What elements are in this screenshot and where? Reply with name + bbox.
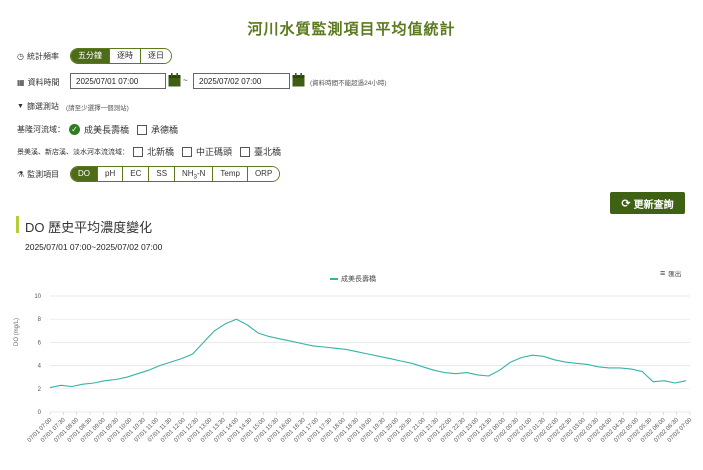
station-taipei-bridge-checkbox[interactable] xyxy=(240,146,251,157)
frequency-segmented: 五分鐘 逐時 逐日 xyxy=(70,48,172,64)
refresh-button[interactable]: ⟳ 更新查詢 xyxy=(610,192,685,214)
frequency-option-hourly[interactable]: 逐時 xyxy=(109,49,140,63)
station-group-tamsui: 景美溪、新店溪、淡水河本流流域： 北新橋 中正碼頭 臺北橋 xyxy=(17,145,281,158)
items-label: 監測項目 xyxy=(27,170,60,179)
y-tick-label: 6 xyxy=(38,340,42,346)
frequency-option-5min[interactable]: 五分鐘 xyxy=(71,49,109,63)
station-chengde-checkbox[interactable] xyxy=(137,124,148,135)
page-title: 河川水質監測項目平均值統計 xyxy=(247,21,456,38)
item-option-orp[interactable]: ORP xyxy=(246,167,280,181)
chart-title-accent xyxy=(16,216,19,233)
item-option-ph[interactable]: pH xyxy=(97,167,123,181)
group-tamsui-label: 景美溪、新店溪、淡水河本流流域： xyxy=(17,148,129,156)
period-label: 資料時間 xyxy=(27,78,60,87)
station-chengmei-label[interactable]: 成美長壽橋 xyxy=(84,123,129,136)
group-keelung-label: 基隆河流域： xyxy=(17,125,65,134)
station-beixin-label[interactable]: 北新橋 xyxy=(147,145,174,158)
end-datetime-input[interactable]: 2025/07/02 07:00 xyxy=(193,73,290,89)
frequency-label-group: ◷ 統計頻率 xyxy=(17,51,59,62)
period-label-group: ▦ 資料時間 xyxy=(17,77,60,88)
calendar-icon: ▦ xyxy=(17,78,25,87)
period-note: (資料時間不能超過24小時) xyxy=(310,80,387,87)
clock-icon: ◷ xyxy=(17,52,24,61)
station-chengde-label[interactable]: 承德橋 xyxy=(151,123,178,136)
y-tick-label: 2 xyxy=(38,387,42,393)
filter-icon: ▼ xyxy=(17,103,24,110)
do-line-chart: 024681007/01 07:0007/01 07:3007/01 08:00… xyxy=(27,294,694,444)
station-beixin-checkbox[interactable] xyxy=(133,146,143,157)
period-separator: ~ xyxy=(183,76,188,85)
item-option-do[interactable]: DO xyxy=(71,167,97,181)
station-group-keelung: 基隆河流域： ✓ 成美長壽橋 承德橋 xyxy=(17,123,178,136)
item-option-nh3n[interactable]: NH3-N xyxy=(174,167,213,181)
chart-title: DO 歷史平均濃度變化 xyxy=(25,220,153,235)
item-option-temp[interactable]: Temp xyxy=(212,167,247,181)
legend-series-name: 成美長壽橋 xyxy=(341,276,376,283)
item-option-ec[interactable]: EC xyxy=(122,167,149,181)
frequency-option-daily[interactable]: 逐日 xyxy=(140,49,171,63)
series-line-chengmei xyxy=(49,318,687,389)
y-tick-label: 4 xyxy=(38,364,42,370)
hamburger-icon: ≡ xyxy=(660,268,666,278)
chart-legend[interactable]: 成美長壽橋 xyxy=(330,274,376,284)
stations-label: 篩選測站 xyxy=(26,102,59,111)
y-tick-label: 10 xyxy=(34,294,41,300)
station-zhongzheng-label[interactable]: 中正碼頭 xyxy=(196,145,232,158)
items-segmented: DO pH EC SS NH3-N Temp ORP xyxy=(70,166,281,182)
refresh-icon: ⟳ xyxy=(621,197,631,210)
stations-hint: (請至少選擇一個測站) xyxy=(65,104,129,112)
end-calendar-button-icon[interactable] xyxy=(292,73,305,87)
check-circle-icon[interactable]: ✓ xyxy=(69,124,80,135)
chart-range: 2025/07/01 07:00~2025/07/02 07:00 xyxy=(25,242,163,252)
item-option-ss[interactable]: SS xyxy=(148,167,175,181)
station-zhongzheng-checkbox[interactable] xyxy=(182,146,193,157)
station-taipei-bridge-label[interactable]: 臺北橋 xyxy=(254,145,281,158)
export-label: 匯出 xyxy=(668,271,682,278)
stations-label-group: ▼ 篩選測站 (請至少選擇一個測站) xyxy=(17,101,129,112)
y-tick-label: 8 xyxy=(38,317,42,323)
export-menu[interactable]: ≡ 匯出 xyxy=(660,268,681,278)
legend-swatch xyxy=(330,278,338,280)
y-tick-label: 0 xyxy=(38,410,42,416)
refresh-label: 更新查詢 xyxy=(633,199,674,211)
start-calendar-button-icon[interactable] xyxy=(168,73,181,87)
items-label-group: ⚗ 監測項目 xyxy=(17,169,59,180)
start-datetime-input[interactable]: 2025/07/01 07:00 xyxy=(70,73,166,89)
flask-icon: ⚗ xyxy=(17,170,25,179)
frequency-label: 統計頻率 xyxy=(26,52,59,61)
